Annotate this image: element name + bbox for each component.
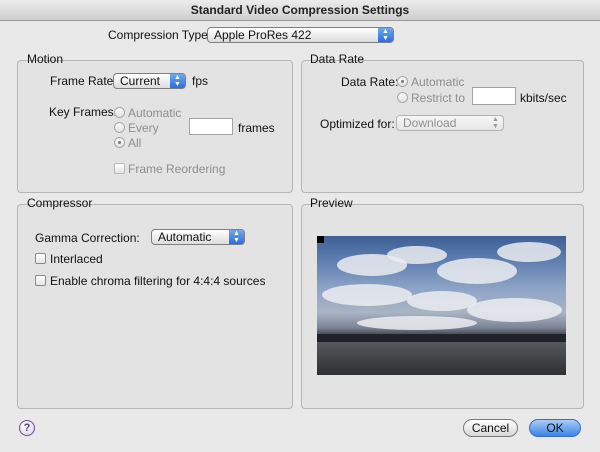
- optimized-for-label: Optimized for:: [320, 117, 395, 131]
- data-rate-label: Data Rate:: [341, 75, 399, 89]
- preview-corner-marker: [317, 236, 324, 243]
- cancel-button[interactable]: Cancel: [463, 419, 518, 437]
- compressor-group-title: Compressor: [27, 196, 93, 210]
- data-rate-restrict-label: Restrict to: [411, 91, 466, 105]
- gamma-correction-popup[interactable]: Automatic ▲ ▼: [151, 229, 245, 245]
- up-down-arrows-icon: ▲ ▼: [229, 230, 244, 244]
- optimized-for-value: Download: [403, 116, 457, 130]
- optimized-for-popup[interactable]: Download ▲ ▼: [396, 115, 504, 131]
- frame-reordering-label: Frame Reordering: [128, 162, 226, 176]
- key-frames-every-field[interactable]: [189, 118, 233, 135]
- gamma-correction-value: Automatic: [158, 230, 212, 244]
- frame-rate-value: Current: [120, 74, 161, 88]
- question-mark-icon[interactable]: ?: [19, 420, 35, 436]
- interlaced-checkbox[interactable]: [35, 253, 46, 264]
- data-rate-restrict-radio[interactable]: [397, 92, 408, 103]
- compression-settings-window: Standard Video Compression Settings Comp…: [0, 0, 600, 452]
- motion-group-title: Motion: [27, 52, 64, 66]
- key-frames-all-radio[interactable]: [114, 137, 125, 148]
- gamma-correction-label: Gamma Correction:: [35, 231, 140, 245]
- preview-image: [317, 236, 566, 375]
- key-frames-every-radio[interactable]: [114, 122, 125, 133]
- chroma-filtering-label: Enable chroma filtering for 4:4:4 source…: [50, 274, 266, 288]
- data-rate-group-title: Data Rate: [310, 52, 365, 66]
- key-frames-label: Key Frames:: [49, 105, 118, 119]
- frame-rate-popup[interactable]: Current ▲ ▼: [113, 73, 186, 89]
- chroma-filtering-checkbox[interactable]: [35, 275, 46, 286]
- frame-rate-label: Frame Rate:: [50, 74, 117, 88]
- data-rate-automatic-label: Automatic: [411, 75, 465, 89]
- ok-button[interactable]: OK: [529, 419, 581, 437]
- frame-reordering-checkbox[interactable]: [114, 163, 125, 174]
- fps-unit: fps: [192, 74, 209, 88]
- data-rate-automatic-radio[interactable]: [397, 76, 408, 87]
- up-down-arrows-icon: ▲ ▼: [170, 74, 185, 88]
- compression-type-popup[interactable]: Apple ProRes 422 ▲ ▼: [207, 27, 394, 43]
- key-frames-automatic-label: Automatic: [128, 106, 182, 120]
- key-frames-automatic-radio[interactable]: [114, 107, 125, 118]
- interlaced-label: Interlaced: [50, 252, 103, 266]
- compression-type-value: Apple ProRes 422: [214, 28, 312, 42]
- window-title: Standard Video Compression Settings: [0, 0, 600, 21]
- compression-type-label: Compression Type:: [108, 28, 212, 42]
- key-frames-all-label: All: [128, 136, 142, 150]
- key-frames-every-label: Every: [128, 121, 159, 135]
- up-down-arrows-icon: ▲ ▼: [378, 28, 393, 42]
- frames-unit: frames: [238, 121, 275, 135]
- up-down-arrows-icon: ▲ ▼: [492, 116, 499, 130]
- preview-group-title: Preview: [310, 196, 353, 210]
- kbits-unit: kbits/sec: [520, 91, 567, 105]
- data-rate-field[interactable]: [472, 87, 516, 105]
